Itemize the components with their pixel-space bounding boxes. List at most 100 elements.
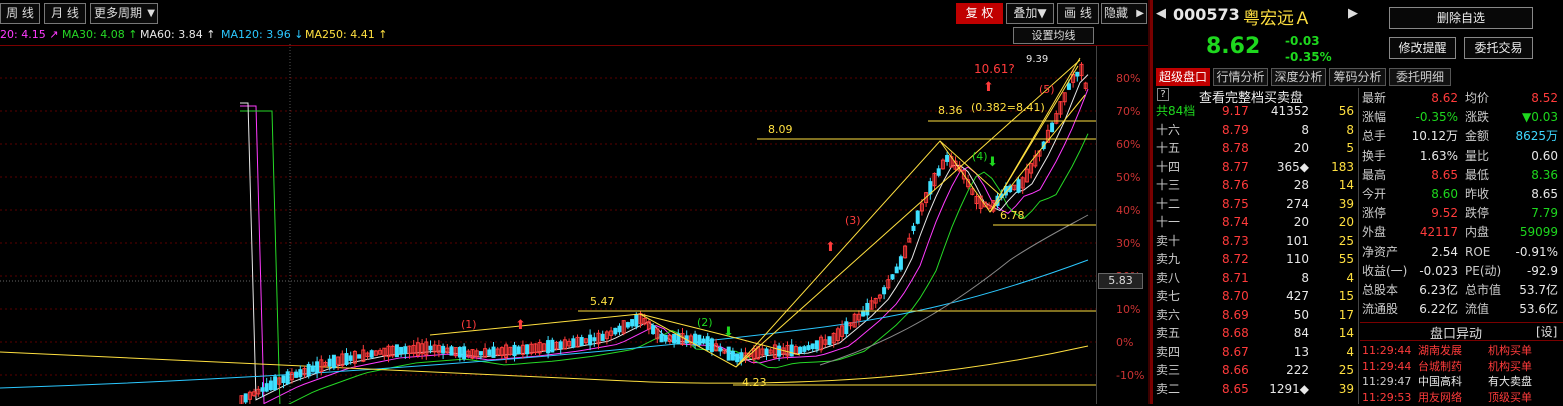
orderbook-row[interactable]: 卖四 8.67 13 4 [1156, 344, 1356, 361]
stat-k1: 净资产 [1362, 244, 1399, 259]
week-period-button[interactable]: 周 线 [0, 3, 40, 24]
orderbook-label: 卖八 [1156, 270, 1181, 285]
candle-body [730, 350, 735, 361]
candle-body [294, 371, 299, 378]
candle-body [462, 346, 467, 360]
edit-alert-button[interactable]: 修改提醒 [1389, 37, 1456, 59]
tab-order-details[interactable]: 委托明细 [1389, 68, 1451, 86]
price-mark-423: 4.23 [742, 376, 767, 389]
candle-body [697, 334, 702, 346]
candle-body [735, 353, 740, 363]
events-settings-button[interactable]: [设] [1536, 323, 1557, 340]
candle-body [806, 345, 811, 351]
restore-rights-button[interactable]: 复 权 [956, 3, 1003, 24]
candlestick-chart[interactable] [0, 44, 1096, 404]
stat-row: 收益(一) -0.023 PE(动) -92.9 [1362, 262, 1562, 281]
down-arrow-icon: ⬇ [987, 155, 998, 170]
candle-body [802, 346, 807, 352]
orderbook-label: 十四 [1156, 159, 1181, 174]
stat-v1: 10.12万 [1411, 129, 1458, 144]
orderbook-row[interactable]: 卖五 8.68 84 14 [1156, 325, 1356, 342]
price-mark-809: 8.09 [768, 123, 793, 136]
hide-label: 隐藏 [1104, 6, 1129, 20]
stat-row: 换手 1.63% 量比 0.60 [1362, 147, 1562, 166]
orderbook-vol: 84 [1293, 326, 1309, 340]
candle-body [449, 346, 454, 356]
hide-panel-button[interactable]: 隐藏 ▶ [1101, 3, 1147, 24]
candle-body [344, 353, 349, 365]
tab-deep-analysis[interactable]: 深度分析 [1271, 68, 1326, 86]
candle-body [1016, 179, 1021, 193]
orderbook-row[interactable]: 卖八 8.71 8 4 [1156, 270, 1356, 287]
tab-market-analysis[interactable]: 行情分析 [1213, 68, 1268, 86]
orderbook-vol: 20 [1293, 215, 1309, 229]
ma-settings-button[interactable]: 设置均线 [1013, 27, 1094, 44]
orderbook-row[interactable]: 卖七 8.70 427 15 [1156, 288, 1356, 305]
stat-k2: 昨收 [1465, 187, 1490, 201]
stat-k1: 涨停 [1362, 206, 1387, 221]
orderbook-label: 十二 [1156, 196, 1181, 211]
stat-k1: 流通股 [1362, 302, 1399, 317]
stat-k1: 总股本 [1362, 283, 1399, 297]
trendline [939, 65, 1079, 196]
orderbook-cnt: 17 [1338, 307, 1354, 322]
orderbook-row[interactable]: 卖二 8.65 1291◆ 39 [1156, 381, 1356, 398]
candle-body [273, 376, 278, 391]
draw-line-button[interactable]: 画 线 [1057, 3, 1099, 24]
candle-body [546, 340, 551, 354]
orderbook-label: 卖二 [1156, 381, 1181, 396]
event-row[interactable]: 11:29:44 台城制药 机构买单 [1362, 359, 1562, 375]
orderbook-label: 卖六 [1156, 307, 1181, 322]
orderbook-row[interactable]: 十一 8.74 20 20 [1156, 214, 1356, 231]
candle-body [516, 346, 521, 354]
tab-super-orderbook[interactable]: 超级盘口 [1156, 68, 1210, 86]
orderbook-row[interactable]: 十六 8.79 8 8 [1156, 122, 1356, 139]
candle-body [579, 337, 584, 346]
event-row[interactable]: 11:29:44 湖南发展 机构买单 [1362, 343, 1562, 359]
orderbook-cnt: 14 [1338, 178, 1354, 192]
orderbook-row[interactable]: 十五 8.78 20 5 [1156, 140, 1356, 157]
orderbook-label: 卖五 [1156, 326, 1181, 340]
prev-stock-icon[interactable]: ◀ [1156, 6, 1166, 21]
stat-v1: -0.023 [1419, 263, 1458, 278]
event-row[interactable]: 11:29:53 用友网络 顶级买单 [1362, 390, 1562, 406]
place-order-button[interactable]: 委托交易 [1464, 37, 1533, 59]
orderbook-row[interactable]: 卖九 8.72 110 55 [1156, 251, 1356, 268]
next-stock-icon[interactable]: ▶ [1348, 6, 1358, 21]
ma120-label: MA120: 3.96 ↓ [221, 28, 304, 41]
stat-k1: 涨幅 [1362, 110, 1387, 125]
help-icon[interactable]: ? [1157, 88, 1169, 101]
orderbook-price: 8.67 [1222, 344, 1249, 359]
orderbook-row[interactable]: 十三 8.76 28 14 [1156, 177, 1356, 194]
overlay-dropdown[interactable]: 叠加▼ [1006, 3, 1054, 24]
event-time: 11:29:47 [1362, 375, 1412, 388]
orderbook-price: 8.73 [1222, 233, 1249, 248]
stat-row: 今开 8.60 昨收 8.65 [1362, 185, 1562, 204]
tab-chip-analysis[interactable]: 筹码分析 [1329, 68, 1386, 86]
stat-k2: 总市值 [1465, 283, 1502, 297]
orderbook-row[interactable]: 卖六 8.69 50 17 [1156, 307, 1356, 324]
axis-pct-80: 80% [1116, 72, 1141, 85]
orderbook-cnt: 39 [1338, 381, 1354, 396]
month-period-button[interactable]: 月 线 [44, 3, 86, 24]
event-row[interactable]: 11:29:47 中国高科 有大卖盘 [1362, 374, 1562, 390]
orderbook-row[interactable]: 十二 8.75 274 39 [1156, 196, 1356, 213]
orderbook-row[interactable]: 卖三 8.66 222 25 [1156, 362, 1356, 379]
orderbook-vol: 222 [1286, 363, 1309, 377]
delete-watchlist-button[interactable]: 删除自选 [1389, 7, 1533, 29]
candle-body [600, 333, 605, 341]
more-periods-dropdown[interactable]: 更多周期 ▼ [90, 3, 158, 24]
axis-pct-70: 70% [1116, 105, 1141, 118]
candle-body [705, 336, 710, 350]
candle-body [764, 348, 769, 355]
orderbook-price: 9.17 [1222, 104, 1249, 118]
orderbook-vol: 20 [1293, 141, 1309, 155]
price-change: -0.03 [1285, 34, 1320, 48]
orderbook-row[interactable]: 卖十 8.73 101 25 [1156, 233, 1356, 250]
stat-v2: -92.9 [1526, 263, 1558, 278]
candle-body [310, 365, 315, 372]
orderbook-row[interactable]: 十四 8.77 365◆ 183 [1156, 159, 1356, 176]
orderbook-row[interactable]: 共84档 9.17 41352 56 [1156, 103, 1356, 120]
orderbook-cnt: 4 [1346, 344, 1354, 359]
candle-body [726, 346, 731, 361]
